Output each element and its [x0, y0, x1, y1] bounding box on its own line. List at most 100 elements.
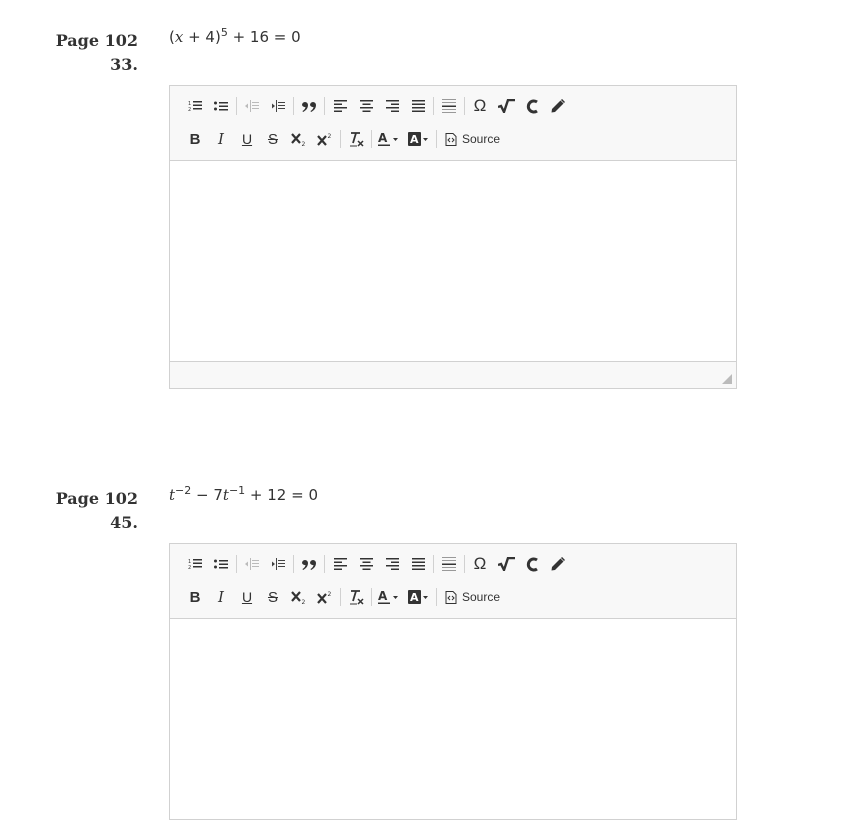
- toolbar-separator: [324, 555, 325, 573]
- toolbar-row-1: 12 Ω: [182, 92, 571, 120]
- toolbar-separator: [293, 97, 294, 115]
- align-center-icon[interactable]: [353, 94, 379, 118]
- eq-part: − 7: [191, 486, 223, 504]
- editor-content-area[interactable]: [170, 619, 736, 819]
- toolbar-separator: [464, 97, 465, 115]
- toolbar-separator: [464, 555, 465, 573]
- editor-content-area[interactable]: [170, 161, 736, 361]
- c-icon[interactable]: [519, 552, 545, 576]
- align-right-icon[interactable]: [379, 94, 405, 118]
- toolbar-separator: [433, 555, 434, 573]
- strikethrough-icon[interactable]: S: [260, 585, 286, 609]
- eq-exponent: −2: [175, 484, 192, 497]
- blockquote-icon[interactable]: [296, 552, 322, 576]
- outdent-icon[interactable]: [239, 552, 265, 576]
- toolbar-separator: [436, 130, 437, 148]
- svg-text:2: 2: [302, 141, 306, 146]
- sqrt-icon[interactable]: [493, 94, 519, 118]
- align-right-icon[interactable]: [379, 552, 405, 576]
- svg-text:2: 2: [188, 565, 191, 570]
- align-center-icon[interactable]: [353, 552, 379, 576]
- eq-part: + 12 = 0: [245, 486, 318, 504]
- remove-format-icon[interactable]: [343, 585, 369, 609]
- toolbar-separator: [371, 588, 372, 606]
- source-button[interactable]: Source: [439, 127, 506, 151]
- svg-text:A: A: [410, 133, 419, 146]
- svg-text:2: 2: [302, 599, 306, 604]
- toolbar-separator: [340, 130, 341, 148]
- blockquote-icon[interactable]: [296, 94, 322, 118]
- background-color-icon[interactable]: A: [404, 585, 434, 609]
- source-icon: [445, 590, 457, 604]
- editor-toolbar: 12 Ω B I U S 2 2 A A Source: [170, 544, 736, 619]
- source-icon: [445, 132, 457, 146]
- svg-text:A: A: [410, 591, 419, 604]
- question-number: 33.: [110, 55, 138, 74]
- background-color-icon[interactable]: A: [404, 127, 434, 151]
- page-label: Page 102: [55, 31, 138, 50]
- svg-text:2: 2: [328, 133, 332, 140]
- answer-editor-45: 12 Ω B I U S 2 2 A A Source: [169, 543, 737, 820]
- superscript-icon[interactable]: 2: [312, 127, 338, 151]
- editor-toolbar: 12 Ω B I U S 2 2 A A Source: [170, 86, 736, 161]
- sqrt-icon[interactable]: [493, 552, 519, 576]
- underline-icon[interactable]: U: [234, 585, 260, 609]
- svg-text:2: 2: [188, 107, 191, 112]
- bold-icon[interactable]: B: [182, 127, 208, 151]
- pencil-icon[interactable]: [545, 552, 571, 576]
- toolbar-separator: [324, 97, 325, 115]
- eq-exponent: 5: [220, 26, 228, 39]
- bulleted-list-icon[interactable]: [208, 552, 234, 576]
- source-label: Source: [462, 590, 501, 604]
- justify-icon[interactable]: [405, 94, 431, 118]
- horizontal-rule-icon[interactable]: [436, 552, 462, 576]
- superscript-icon[interactable]: 2: [312, 585, 338, 609]
- editor-footer: [170, 361, 736, 388]
- toolbar-row-2: B I U S 2 2 A A Source: [182, 583, 506, 611]
- numbered-list-icon[interactable]: 12: [182, 552, 208, 576]
- bold-icon[interactable]: B: [182, 585, 208, 609]
- answer-editor-33: 12 Ω B I U S 2 2 A A Source: [169, 85, 737, 389]
- text-color-icon[interactable]: A: [374, 127, 404, 151]
- c-icon[interactable]: [519, 94, 545, 118]
- equation: t−2 − 7t−1 + 12 = 0: [169, 484, 318, 504]
- bulleted-list-icon[interactable]: [208, 94, 234, 118]
- numbered-list-icon[interactable]: 12: [182, 94, 208, 118]
- page-label: Page 102: [55, 489, 138, 508]
- toolbar-separator: [236, 97, 237, 115]
- omega-icon[interactable]: Ω: [467, 94, 493, 118]
- toolbar-separator: [293, 555, 294, 573]
- question-label: Page 102 45.: [50, 487, 138, 535]
- question-label: Page 102 33.: [50, 29, 138, 77]
- toolbar-separator: [436, 588, 437, 606]
- horizontal-rule-icon[interactable]: [436, 94, 462, 118]
- svg-text:A: A: [378, 590, 388, 603]
- source-label: Source: [462, 132, 501, 146]
- pencil-icon[interactable]: [545, 94, 571, 118]
- omega-icon[interactable]: Ω: [467, 552, 493, 576]
- subscript-icon[interactable]: 2: [286, 585, 312, 609]
- svg-text:2: 2: [328, 591, 332, 598]
- outdent-icon[interactable]: [239, 94, 265, 118]
- strikethrough-icon[interactable]: S: [260, 127, 286, 151]
- toolbar-row-1: 12 Ω: [182, 550, 571, 578]
- align-left-icon[interactable]: [327, 94, 353, 118]
- remove-format-icon[interactable]: [343, 127, 369, 151]
- eq-exponent: −1: [228, 484, 246, 497]
- italic-icon[interactable]: I: [208, 585, 234, 609]
- justify-icon[interactable]: [405, 552, 431, 576]
- indent-icon[interactable]: [265, 94, 291, 118]
- subscript-icon[interactable]: 2: [286, 127, 312, 151]
- eq-part: + 16 = 0: [227, 28, 301, 46]
- underline-icon[interactable]: U: [234, 127, 260, 151]
- toolbar-separator: [236, 555, 237, 573]
- source-button[interactable]: Source: [439, 585, 506, 609]
- resize-handle-icon[interactable]: [722, 374, 732, 384]
- question-number: 45.: [110, 513, 138, 532]
- toolbar-separator: [371, 130, 372, 148]
- indent-icon[interactable]: [265, 552, 291, 576]
- toolbar-separator: [340, 588, 341, 606]
- text-color-icon[interactable]: A: [374, 585, 404, 609]
- align-left-icon[interactable]: [327, 552, 353, 576]
- italic-icon[interactable]: I: [208, 127, 234, 151]
